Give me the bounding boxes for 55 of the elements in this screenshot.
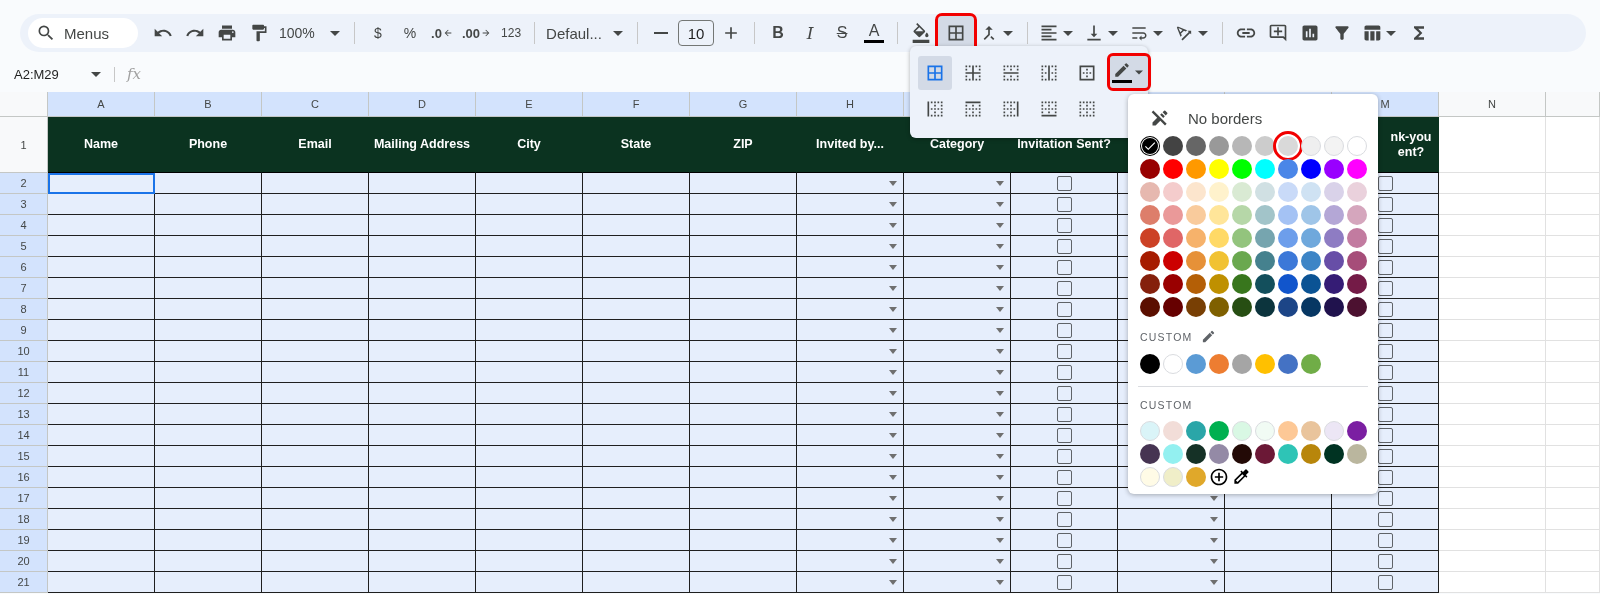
row-header[interactable]: 11 — [0, 362, 48, 383]
row-header[interactable]: 2 — [0, 173, 48, 194]
font-size-field[interactable]: 10 — [678, 20, 715, 46]
header-cell: Name — [48, 117, 155, 173]
row-header[interactable]: 5 — [0, 236, 48, 257]
header-cell: Mailing Address — [369, 117, 476, 173]
row-header[interactable]: 14 — [0, 425, 48, 446]
text-color-button[interactable]: A — [859, 18, 890, 48]
search-field[interactable]: Menus — [28, 18, 138, 48]
bold-button[interactable]: B — [763, 18, 794, 48]
row-header[interactable]: 19 — [0, 530, 48, 551]
header-cell: Phone — [155, 117, 262, 173]
row-header[interactable]: 16 — [0, 467, 48, 488]
column-header[interactable]: F — [583, 92, 690, 117]
column-header[interactable]: B — [155, 92, 262, 117]
row-header[interactable]: 13 — [0, 404, 48, 425]
zoom-dropdown[interactable]: 100% — [276, 18, 346, 48]
row-header[interactable]: 15 — [0, 446, 48, 467]
row-header[interactable]: 12 — [0, 383, 48, 404]
row-header[interactable]: 8 — [0, 299, 48, 320]
row-header[interactable]: 17 — [0, 488, 48, 509]
section-label: CUSTOM — [1140, 399, 1193, 411]
row-header[interactable]: 9 — [0, 320, 48, 341]
font-dropdown[interactable]: Defaul... — [543, 18, 630, 48]
column-header[interactable]: H — [797, 92, 904, 117]
decrease-decimals-button[interactable]: .0 — [427, 18, 457, 48]
currency-button[interactable]: $ — [363, 18, 393, 48]
row-header[interactable]: 20 — [0, 551, 48, 572]
name-box[interactable]: A2:M29 — [14, 66, 115, 82]
number-format-button[interactable]: 123 — [496, 18, 527, 48]
formula-label: fx — [127, 65, 141, 83]
row-header[interactable]: 10 — [0, 341, 48, 362]
header-cell: State — [583, 117, 690, 173]
header-cell: Invited by... — [797, 117, 904, 173]
percent-button[interactable]: % — [395, 18, 425, 48]
row-header[interactable]: 21 — [0, 572, 48, 593]
header-cell: Email — [262, 117, 369, 173]
row-header[interactable]: 18 — [0, 509, 48, 530]
italic-button[interactable]: I — [795, 18, 826, 48]
column-header[interactable]: E — [476, 92, 583, 117]
row-header[interactable]: 7 — [0, 278, 48, 299]
column-header[interactable]: N — [1439, 92, 1546, 117]
increase-decimals-button[interactable]: .00 — [459, 18, 495, 48]
row-header[interactable]: 4 — [0, 215, 48, 236]
column-header[interactable]: D — [369, 92, 476, 117]
column-header[interactable]: G — [690, 92, 797, 117]
section-label: CUSTOM — [1140, 330, 1193, 343]
column-header[interactable]: A — [48, 92, 155, 117]
header-cell: City — [476, 117, 583, 173]
header-cell: ZIP — [690, 117, 797, 173]
strikethrough-button[interactable]: S — [827, 18, 858, 48]
column-header[interactable]: C — [262, 92, 369, 117]
row-header[interactable]: 3 — [0, 194, 48, 215]
row-header[interactable]: 6 — [0, 257, 48, 278]
row-header[interactable]: 1 — [0, 117, 48, 173]
